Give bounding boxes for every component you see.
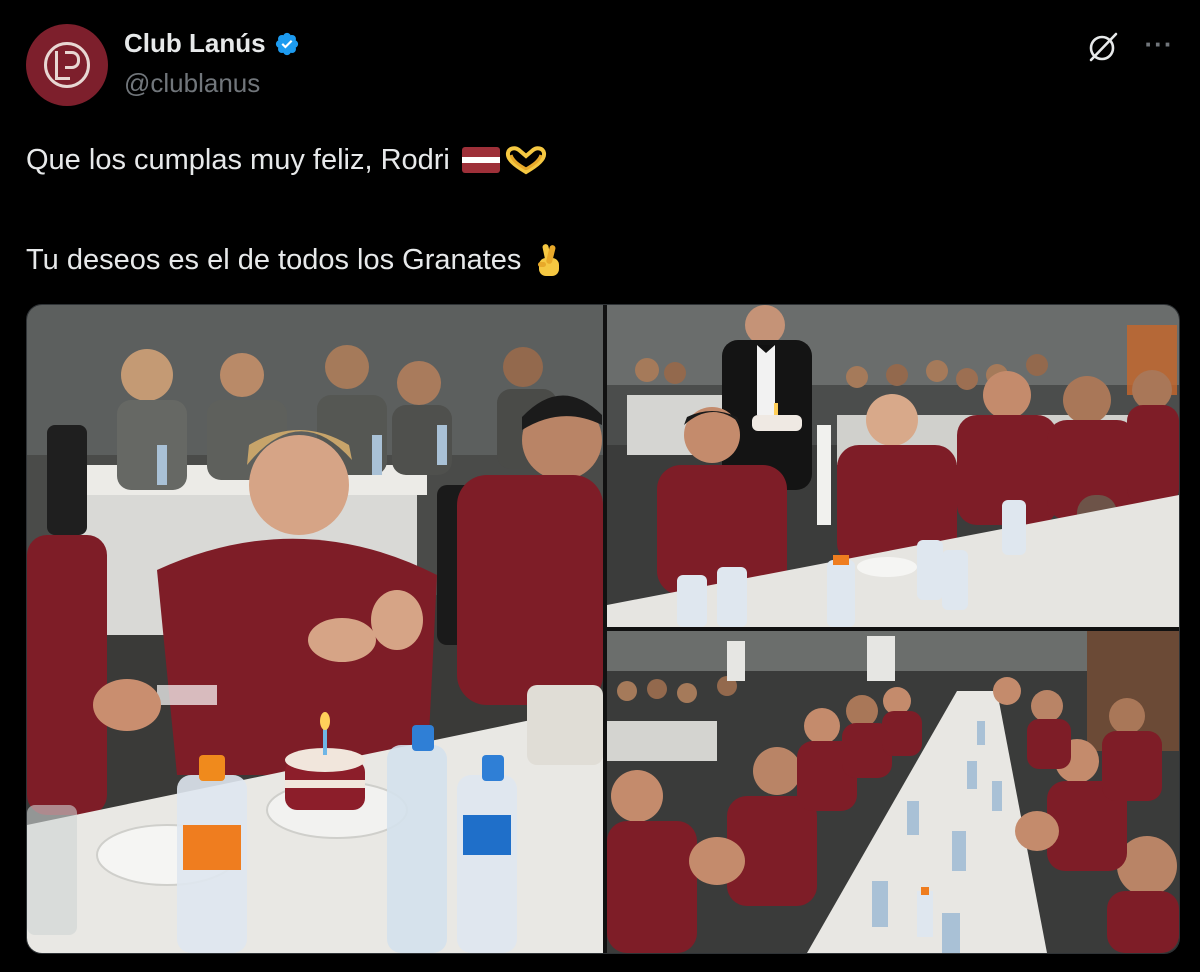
flag-icon (461, 147, 500, 173)
display-name[interactable]: Club Lanús (124, 28, 266, 59)
tweet-line-2-text: Tu deseos es el de todos los Granates (26, 243, 522, 276)
crossed-fingers-icon (538, 244, 560, 276)
verified-badge-icon (275, 32, 298, 55)
photo-waiter-cake[interactable] (607, 305, 1179, 627)
handle[interactable]: @clublanus (124, 68, 260, 99)
more-icon[interactable]: ··· (1142, 31, 1176, 62)
tweet-text: Que los cumplas muy feliz, Rodri Tu dese… (26, 140, 563, 280)
grok-icon[interactable] (1086, 30, 1120, 64)
tweet-line-1: Que los cumplas muy feliz, Rodri (26, 140, 563, 180)
tweet-line-2: Tu deseos es el de todos los Granates (26, 240, 563, 280)
avatar[interactable] (26, 24, 108, 106)
tweet-header: Club Lanús @clublanus ··· (26, 24, 1176, 108)
media-grid (26, 304, 1180, 954)
photo-long-table[interactable] (607, 631, 1179, 953)
tweet-line-1-text: Que los cumplas muy feliz, Rodri (26, 143, 450, 176)
photo-birthday-cake[interactable] (27, 305, 603, 953)
name-row: Club Lanús (124, 28, 300, 59)
heart-hands-icon (505, 146, 546, 175)
club-crest-icon (44, 42, 90, 88)
